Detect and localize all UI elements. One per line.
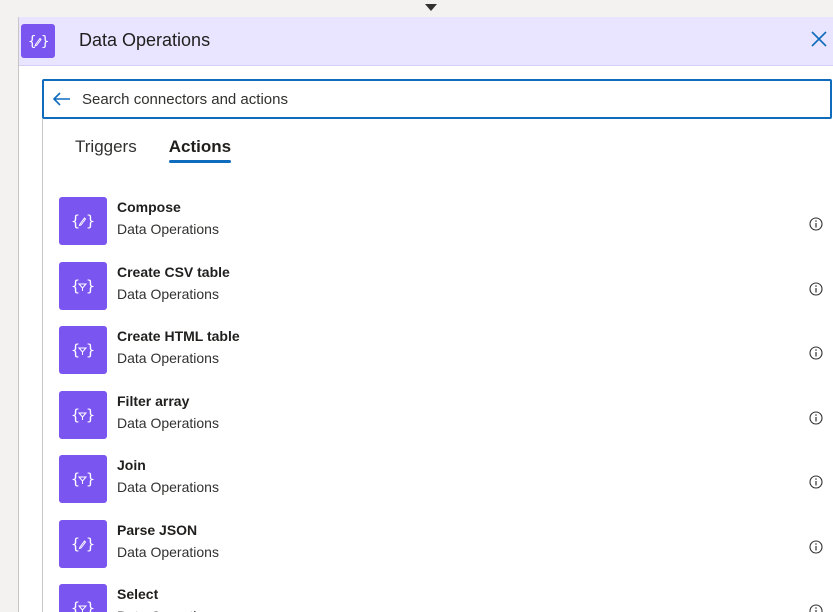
info-button[interactable] <box>809 410 823 425</box>
action-name: Create HTML table <box>117 328 240 344</box>
info-icon <box>809 281 823 296</box>
panel-title: Data Operations <box>79 30 211 50</box>
braces-filter-icon: {} <box>59 455 107 503</box>
svg-text:}: } <box>86 470 95 488</box>
braces-filter-icon: {} <box>59 261 107 310</box>
info-button[interactable] <box>809 604 823 612</box>
action-connector: Data Operations <box>117 350 219 366</box>
search-input[interactable] <box>80 90 830 108</box>
svg-text:}: } <box>86 599 95 612</box>
svg-text:}: } <box>41 34 49 50</box>
action-name: Compose <box>117 199 181 215</box>
action-name: Create CSV table <box>117 263 230 280</box>
action-name: Select <box>117 586 159 602</box>
braces-pencil-icon: { } <box>21 24 55 58</box>
svg-text:}: } <box>86 212 95 230</box>
action-name: Parse JSON <box>117 521 198 538</box>
flow-connector-arrow <box>425 4 437 11</box>
close-icon <box>811 31 827 47</box>
action-connector: Data Operations <box>117 479 219 495</box>
info-button[interactable] <box>809 281 823 296</box>
info-icon <box>809 539 823 554</box>
action-item[interactable]: {} Select Data Operations <box>59 584 829 612</box>
action-item[interactable]: {} Filter array Data Operations <box>59 390 829 449</box>
svg-text:}: } <box>86 406 95 424</box>
action-connector: Data Operations <box>117 414 219 431</box>
info-button[interactable] <box>809 217 823 231</box>
svg-text:}: } <box>86 341 95 359</box>
close-button[interactable] <box>806 26 832 52</box>
braces-filter-icon: {} <box>59 584 107 612</box>
action-picker-panel: { } Data Operations Triggers Actions {} C… <box>18 17 833 612</box>
action-name: Join <box>117 457 146 473</box>
svg-text:{: { <box>71 277 80 295</box>
action-name: Filter array <box>117 392 190 409</box>
info-button[interactable] <box>809 475 823 489</box>
svg-text:{: { <box>71 535 80 553</box>
action-item[interactable]: {} Create CSV table Data Operations <box>59 261 829 320</box>
action-item[interactable]: {} Join Data Operations <box>59 455 829 513</box>
panel-header: { } Data Operations <box>19 17 833 66</box>
info-icon <box>809 346 823 360</box>
action-connector: Data Operations <box>117 543 219 560</box>
svg-text:{: { <box>71 406 80 424</box>
arrow-left-icon <box>52 92 70 106</box>
info-icon <box>809 217 823 231</box>
svg-text:{: { <box>71 470 80 488</box>
svg-text:{: { <box>28 34 36 50</box>
tab-actions[interactable]: Actions <box>168 137 232 163</box>
svg-text:{: { <box>71 212 80 230</box>
info-icon <box>809 410 823 425</box>
braces-filter-icon: {} <box>59 326 107 374</box>
svg-text:}: } <box>86 277 95 295</box>
search-box <box>42 79 832 119</box>
results-area: Triggers Actions {} Compose Data Operation… <box>42 119 832 612</box>
info-button[interactable] <box>809 346 823 360</box>
info-icon <box>809 475 823 489</box>
action-item[interactable]: {} Create HTML table Data Operations <box>59 326 829 384</box>
braces-pencil-icon: {} <box>59 519 107 568</box>
braces-filter-icon: {} <box>59 390 107 439</box>
action-connector: Data Operations <box>117 608 219 612</box>
info-button[interactable] <box>809 539 823 554</box>
action-connector: Data Operations <box>117 221 219 237</box>
tab-bar: Triggers Actions <box>75 137 263 163</box>
svg-text:{: { <box>71 341 80 359</box>
back-button[interactable] <box>44 81 80 117</box>
action-item[interactable]: {} Compose Data Operations <box>59 197 829 255</box>
tab-triggers[interactable]: Triggers <box>75 137 137 163</box>
svg-text:}: } <box>86 535 95 553</box>
action-item[interactable]: {} Parse JSON Data Operations <box>59 519 829 578</box>
braces-pencil-icon: {} <box>59 197 107 245</box>
info-icon <box>809 604 823 612</box>
action-connector: Data Operations <box>117 285 219 302</box>
